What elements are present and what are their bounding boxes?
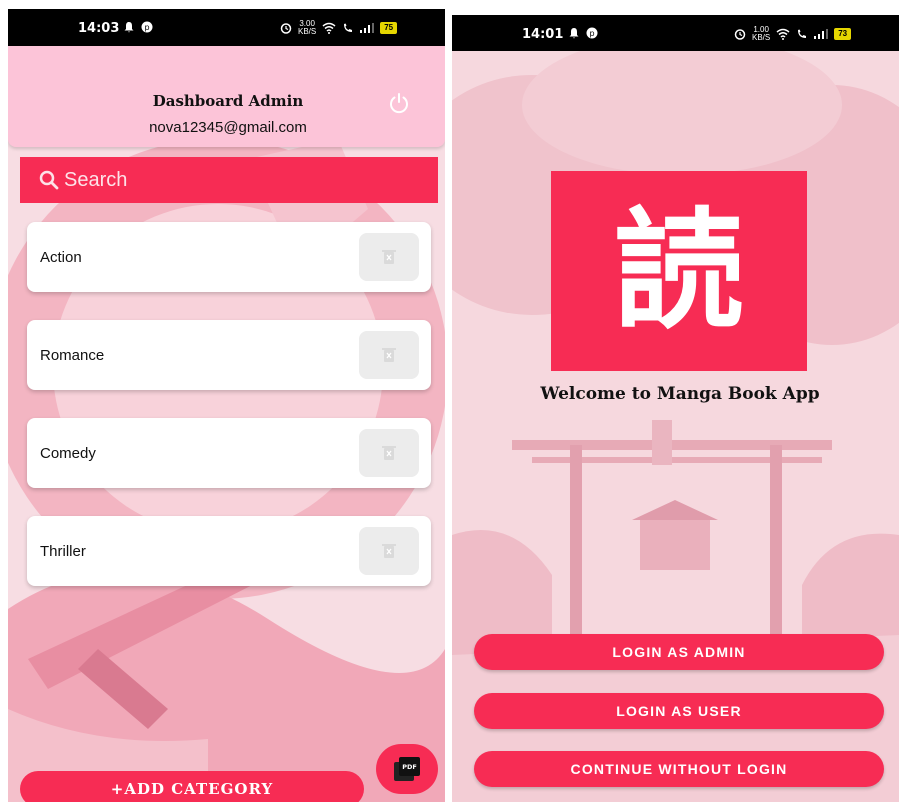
category-label: Thriller — [40, 543, 86, 560]
delete-category-button[interactable] — [359, 429, 419, 477]
search-placeholder: Search — [64, 168, 128, 191]
bell-icon — [569, 28, 579, 39]
net-speed-unit: KB/S — [298, 27, 317, 36]
welcome-screen: 14:01 p 1.00 KB/S 73 読 Welcome to Manga B… — [452, 15, 899, 802]
category-label: Romance — [40, 347, 105, 364]
add-category-button[interactable]: +ADD CATEGORY — [20, 771, 364, 802]
logo-glyph: 読 — [613, 195, 744, 347]
status-time: 14:01 — [522, 27, 564, 42]
status-time: 14:03 — [78, 21, 120, 36]
background-artwork — [452, 15, 899, 802]
signal-icon — [360, 23, 375, 33]
net-speed-unit: KB/S — [752, 33, 771, 42]
trash-icon — [382, 250, 396, 264]
pinterest-icon: p — [586, 27, 598, 39]
pdf-icon: PDF — [394, 757, 420, 781]
power-icon[interactable] — [387, 91, 411, 115]
login-admin-button[interactable]: LOGIN AS ADMIN — [474, 634, 884, 670]
status-bar: 14:03 p 3.00 KB/S 75 — [8, 9, 445, 46]
admin-dashboard-screen: 14:03 p 3.00 KB/S 75 Dashboard Admin nova… — [8, 9, 445, 802]
notification-icons: p — [568, 27, 598, 39]
category-card[interactable]: Romance — [27, 320, 431, 390]
svg-text:p: p — [144, 23, 149, 32]
notification-icons: p — [123, 21, 153, 33]
delete-category-button[interactable] — [359, 527, 419, 575]
status-bar: 14:01 p 1.00 KB/S 73 — [452, 15, 899, 51]
admin-email: nova12345@gmail.com — [149, 119, 307, 136]
wifi-icon — [776, 28, 790, 40]
search-icon — [39, 170, 59, 190]
battery-icon: 73 — [834, 28, 852, 40]
category-card[interactable]: Comedy — [27, 418, 431, 488]
system-icons: 3.00 KB/S 75 — [280, 20, 398, 36]
svg-text:p: p — [589, 29, 594, 38]
svg-text:PDF: PDF — [402, 763, 417, 771]
category-card[interactable]: Thriller — [27, 516, 431, 586]
trash-icon — [382, 446, 396, 460]
app-logo: 読 — [551, 171, 807, 371]
trash-icon — [382, 348, 396, 362]
login-user-button[interactable]: LOGIN AS USER — [474, 693, 884, 729]
category-label: Comedy — [40, 445, 96, 462]
battery-icon: 75 — [380, 22, 398, 34]
pinterest-icon: p — [141, 21, 153, 33]
search-input[interactable]: Search — [20, 157, 438, 203]
continue-without-login-button[interactable]: CONTINUE WITHOUT LOGIN — [474, 751, 884, 787]
welcome-title: Welcome to Manga Book App — [540, 384, 820, 404]
alarm-icon — [734, 29, 746, 40]
category-label: Action — [40, 249, 82, 266]
page-title: Dashboard Admin — [152, 92, 304, 110]
wifi-call-icon — [798, 29, 807, 38]
system-icons: 1.00 KB/S 73 — [734, 26, 852, 42]
category-card[interactable]: Action — [27, 222, 431, 292]
trash-icon — [382, 544, 396, 558]
delete-category-button[interactable] — [359, 233, 419, 281]
delete-category-button[interactable] — [359, 331, 419, 379]
alarm-icon — [280, 23, 292, 34]
wifi-icon — [322, 22, 336, 34]
wifi-call-icon — [344, 23, 353, 32]
pdf-fab-button[interactable]: PDF — [376, 744, 438, 794]
bell-icon — [124, 22, 134, 33]
signal-icon — [814, 29, 829, 39]
dashboard-header: Dashboard Admin nova12345@gmail.com — [8, 46, 445, 147]
